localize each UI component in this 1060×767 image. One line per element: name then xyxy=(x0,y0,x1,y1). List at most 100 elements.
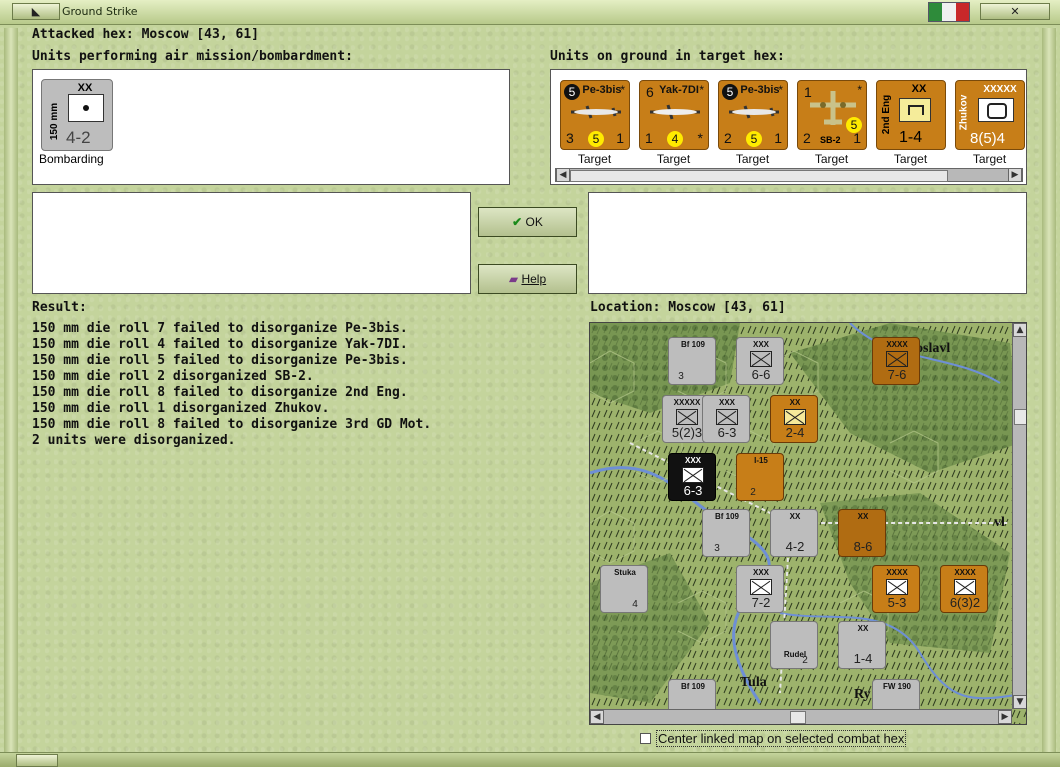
map-counter-label: XXX xyxy=(684,456,701,465)
map-counter-value: 2-4 xyxy=(785,425,805,440)
location-label: Location: Moscow [43, 61] xyxy=(590,300,786,315)
scroll-left-icon[interactable]: ◀ xyxy=(590,710,604,724)
result-line: 150 mm die roll 2 disorganized SB-2. xyxy=(32,369,314,384)
map-counter-value: 6-6 xyxy=(751,367,771,382)
left-frame xyxy=(4,28,18,758)
map-counter[interactable]: XXXX 7-6 xyxy=(872,337,920,385)
map-counter-value: 4 xyxy=(632,599,638,610)
bombarding-caption: Bombarding xyxy=(39,152,104,166)
target-caption: Target xyxy=(577,152,612,166)
unit-size: XX xyxy=(77,82,93,94)
map-counter[interactable]: XXX 6-3 xyxy=(668,453,716,501)
result-line: 2 units were disorganized. xyxy=(32,433,236,448)
scroll-left-icon[interactable]: ◀ xyxy=(556,168,570,182)
target-caption: Target xyxy=(735,152,770,166)
map-counter-value: 2 xyxy=(802,655,808,666)
map-counter[interactable]: XXX 6-6 xyxy=(736,337,784,385)
scroll-thumb[interactable] xyxy=(1014,409,1026,425)
minimize-button[interactable]: ◣ xyxy=(12,3,60,20)
map-counter-value: 6(3)2 xyxy=(949,595,981,610)
attacker-info-panel xyxy=(32,192,471,294)
map-vertical-scrollbar[interactable]: ▲ ▼ xyxy=(1012,323,1026,709)
result-line: 150 mm die roll 7 failed to disorganize … xyxy=(32,321,408,336)
unit-counter-pe3bis-2[interactable]: 5 Pe-3bis * 2 5 1 xyxy=(718,80,788,150)
unit-name: SB-2 xyxy=(820,135,841,145)
help-button[interactable]: ▰ Help xyxy=(478,264,577,294)
result-label: Result: xyxy=(32,300,87,315)
air-units-label: Units performing air mission/bombardment… xyxy=(32,49,353,64)
map-counter[interactable]: XX 8-6 xyxy=(838,509,886,557)
tactical-map[interactable]: oslavl Tula Ry vl Bf 109 3 XXX 6-6 XXXX … xyxy=(589,322,1027,725)
scroll-up-icon[interactable]: ▲ xyxy=(1013,323,1026,337)
unit-counter-sb2[interactable]: 1 * SB-2 2 5 1 xyxy=(797,80,867,150)
map-counter[interactable]: Stuka 4 xyxy=(600,565,648,613)
center-linked-map-label[interactable]: Center linked map on selected combat hex xyxy=(656,730,907,747)
unit-strength: 8(5)4 xyxy=(970,130,1006,147)
close-button[interactable]: ✕ xyxy=(980,3,1050,20)
resize-grip-icon[interactable] xyxy=(16,754,58,767)
title-bar: ◣ Ground Strike ✕ xyxy=(0,0,1060,25)
result-line: 150 mm die roll 5 failed to disorganize … xyxy=(32,353,408,368)
infantry-symbol-icon xyxy=(886,579,908,595)
map-counter-label: Bf 109 xyxy=(714,512,739,521)
ground-units-scrollbar[interactable]: ◀ ▶ xyxy=(555,168,1023,182)
scroll-down-icon[interactable]: ▼ xyxy=(1013,695,1026,709)
map-counter[interactable]: XXX 7-2 xyxy=(736,565,784,613)
unit-attack: 3 xyxy=(566,130,574,146)
unit-counter-2nd-eng[interactable]: XX 2nd Eng 1-4 xyxy=(876,80,946,150)
unit-attack: 1 xyxy=(645,130,653,146)
center-linked-map-checkbox[interactable] xyxy=(640,733,651,744)
map-counter[interactable]: XX 4-2 xyxy=(770,509,818,557)
map-counter-label: XXX xyxy=(752,340,769,349)
map-counter-value: 7-6 xyxy=(887,367,907,382)
unit-counter-zhukov[interactable]: XXXXX Zhukov 8(5)4 xyxy=(955,80,1025,150)
map-counter-label: XX xyxy=(789,512,801,521)
unit-counter-pe3bis-1[interactable]: 5 Pe-3bis * 3 5 1 xyxy=(560,80,630,150)
checkmark-icon: ✔ xyxy=(512,215,523,229)
ground-strike-window: ◣ Ground Strike ✕ Attacked hex: Moscow [… xyxy=(0,0,1060,767)
map-counter-label: XXX xyxy=(718,398,735,407)
ok-label: OK xyxy=(525,215,543,229)
map-counter[interactable]: XXX 6-3 xyxy=(702,395,750,443)
infantry-symbol-icon xyxy=(784,409,806,425)
map-counter-label: XX xyxy=(857,512,869,521)
map-counter[interactable]: XX 2-4 xyxy=(770,395,818,443)
ok-button[interactable]: ✔ OK xyxy=(478,207,577,237)
scroll-thumb[interactable] xyxy=(790,711,806,724)
map-counter-value: 3 xyxy=(714,543,720,554)
scroll-right-icon[interactable]: ▶ xyxy=(1008,168,1022,182)
map-place-name: Tula xyxy=(740,675,767,690)
map-counter-label: FW 190 xyxy=(882,682,911,691)
map-counter[interactable]: I-15 2 xyxy=(736,453,784,501)
help-label: Help xyxy=(521,272,547,286)
map-counter[interactable]: Bf 109 3 xyxy=(702,509,750,557)
infantry-symbol-icon xyxy=(750,351,772,367)
scroll-thumb[interactable] xyxy=(570,170,948,182)
unit-counter-yak7di[interactable]: 6 Yak-7DI * 1 4 * xyxy=(639,80,709,150)
unit-move: 1 xyxy=(774,130,782,146)
map-counter-label: XXXX xyxy=(954,568,976,577)
scroll-right-icon[interactable]: ▶ xyxy=(998,710,1012,724)
map-counter-value: 4-2 xyxy=(785,539,805,554)
mech-symbol-icon xyxy=(750,579,772,595)
engineer-symbol-icon xyxy=(899,98,931,122)
map-counter[interactable]: XX 1-4 xyxy=(838,621,886,669)
bottom-frame xyxy=(0,752,1060,767)
unit-move: 1 xyxy=(616,130,624,146)
unit-star: * xyxy=(620,83,625,97)
map-counter-label: Stuka xyxy=(614,568,636,577)
map-counter[interactable]: XXXX 5-3 xyxy=(872,565,920,613)
map-counter[interactable]: XXXX 6(3)2 xyxy=(940,565,988,613)
map-counter-label: Bf 109 xyxy=(680,340,705,349)
result-line: 150 mm die roll 8 failed to disorganize … xyxy=(32,385,408,400)
map-counter-value: 7-2 xyxy=(751,595,771,610)
unit-name: Pe-3bis xyxy=(740,84,780,96)
map-counter[interactable]: Rudel 2 xyxy=(770,621,818,669)
map-counter-value: 1-4 xyxy=(853,651,873,666)
infantry-symbol-icon xyxy=(954,579,976,595)
unit-counter-150mm[interactable]: XX 150 mm 4-2 xyxy=(41,79,113,151)
unit-size: XX xyxy=(911,83,927,95)
map-counter[interactable]: Bf 109 3 xyxy=(668,337,716,385)
map-horizontal-scrollbar[interactable]: ◀ ▶ xyxy=(590,709,1012,724)
map-counter-value: 5-3 xyxy=(887,595,907,610)
